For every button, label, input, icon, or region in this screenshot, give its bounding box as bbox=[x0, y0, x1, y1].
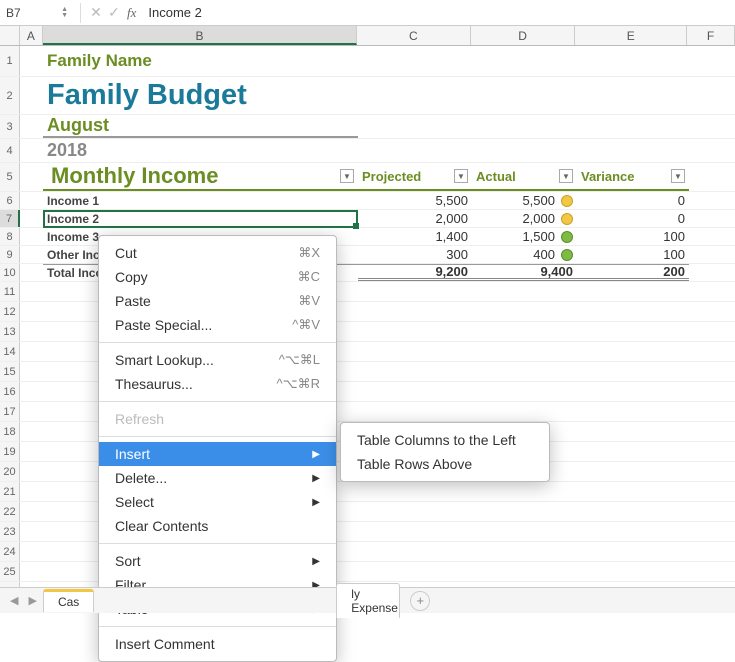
stepper-icon[interactable]: ▲▼ bbox=[61, 7, 68, 19]
row-header[interactable]: 13 bbox=[0, 322, 20, 341]
menu-separator bbox=[99, 626, 336, 627]
row-header[interactable]: 6 bbox=[0, 192, 20, 209]
table-row[interactable]: Income 2 bbox=[43, 210, 358, 227]
menu-separator bbox=[99, 342, 336, 343]
col-variance[interactable]: Variance▼ bbox=[577, 163, 689, 191]
col-header-a[interactable]: A bbox=[20, 26, 43, 45]
family-name-cell[interactable]: Family Name bbox=[43, 46, 358, 76]
formula-value[interactable]: Income 2 bbox=[140, 5, 201, 20]
row-header[interactable]: 22 bbox=[0, 502, 20, 521]
row-header[interactable]: 21 bbox=[0, 482, 20, 501]
accept-icon[interactable]: ✓ bbox=[105, 4, 123, 21]
row-header[interactable]: 20 bbox=[0, 462, 20, 481]
row-header[interactable]: 16 bbox=[0, 382, 20, 401]
cell-reference: B7 bbox=[6, 6, 21, 20]
col-header-c[interactable]: C bbox=[357, 26, 471, 45]
col-header-b[interactable]: B bbox=[43, 26, 357, 45]
cancel-icon[interactable]: ✕ bbox=[87, 4, 105, 21]
filter-dropdown-icon[interactable]: ▼ bbox=[671, 169, 685, 183]
row-header[interactable]: 10 bbox=[0, 264, 20, 281]
chevron-right-icon: ▶ bbox=[312, 473, 320, 484]
submenu-cols-left[interactable]: Table Columns to the Left bbox=[341, 428, 549, 452]
menu-separator bbox=[99, 401, 336, 402]
menu-smart-lookup[interactable]: Smart Lookup...^⌥⌘L bbox=[99, 348, 336, 372]
status-dot-icon bbox=[561, 249, 573, 261]
menu-paste[interactable]: Paste⌘V bbox=[99, 289, 336, 313]
status-dot-icon bbox=[561, 213, 573, 225]
menu-insert[interactable]: Insert▶ bbox=[99, 442, 336, 466]
row-header[interactable]: 12 bbox=[0, 302, 20, 321]
menu-copy[interactable]: Copy⌘C bbox=[99, 265, 336, 289]
row-header[interactable]: 1 bbox=[0, 46, 20, 76]
col-actual[interactable]: Actual▼ bbox=[472, 163, 577, 191]
insert-submenu: Table Columns to the Left Table Rows Abo… bbox=[340, 422, 550, 482]
row-header[interactable]: 2 bbox=[0, 77, 20, 114]
select-all-corner[interactable] bbox=[0, 26, 20, 45]
year-cell[interactable]: 2018 bbox=[43, 139, 358, 162]
menu-insert-comment[interactable]: Insert Comment bbox=[99, 632, 336, 656]
row-header[interactable]: 4 bbox=[0, 139, 20, 162]
month-cell[interactable]: August bbox=[43, 115, 358, 138]
chevron-right-icon: ▶ bbox=[312, 556, 320, 567]
row-header[interactable]: 9 bbox=[0, 246, 20, 263]
row-header[interactable]: 11 bbox=[0, 282, 20, 301]
menu-separator bbox=[99, 543, 336, 544]
menu-paste-special[interactable]: Paste Special...^⌘V bbox=[99, 313, 336, 337]
menu-delete[interactable]: Delete...▶ bbox=[99, 466, 336, 490]
menu-cut[interactable]: Cut⌘X bbox=[99, 241, 336, 265]
col-header-e[interactable]: E bbox=[575, 26, 687, 45]
name-box[interactable]: B7 ▲▼ bbox=[0, 6, 74, 20]
row-header[interactable]: 5 bbox=[0, 163, 20, 191]
status-dot-icon bbox=[561, 231, 573, 243]
formula-bar: B7 ▲▼ ✕ ✓ fx Income 2 bbox=[0, 0, 735, 26]
add-sheet-button[interactable]: + bbox=[410, 591, 430, 611]
row-header[interactable]: 24 bbox=[0, 542, 20, 561]
chevron-right-icon: ▶ bbox=[312, 449, 320, 460]
menu-separator bbox=[99, 436, 336, 437]
submenu-rows-above[interactable]: Table Rows Above bbox=[341, 452, 549, 476]
row-header[interactable]: 14 bbox=[0, 342, 20, 361]
title-cell[interactable]: Family Budget bbox=[43, 77, 358, 114]
col-header-d[interactable]: D bbox=[471, 26, 576, 45]
tab-prev-icon[interactable]: ◀ bbox=[6, 594, 22, 607]
menu-sort[interactable]: Sort▶ bbox=[99, 549, 336, 573]
tab-next-icon[interactable]: ▶ bbox=[24, 594, 40, 607]
row-header[interactable]: 17 bbox=[0, 402, 20, 421]
filter-dropdown-icon[interactable]: ▼ bbox=[454, 169, 468, 183]
row-header[interactable]: 19 bbox=[0, 442, 20, 461]
menu-refresh: Refresh bbox=[99, 407, 336, 431]
sheet-tabs: ◀ ▶ Cas ly Expense + bbox=[0, 587, 735, 613]
row-header[interactable]: 8 bbox=[0, 228, 20, 245]
row-header[interactable]: 23 bbox=[0, 522, 20, 541]
fx-icon[interactable]: fx bbox=[127, 5, 136, 21]
section-header[interactable]: Monthly Income▼ bbox=[43, 163, 358, 191]
table-row[interactable]: Income 1 bbox=[43, 192, 358, 209]
row-header[interactable]: 25 bbox=[0, 562, 20, 581]
sheet-tab[interactable]: Cas bbox=[43, 589, 94, 612]
row-header[interactable]: 18 bbox=[0, 422, 20, 441]
menu-clear[interactable]: Clear Contents bbox=[99, 514, 336, 538]
row-header[interactable]: 7 bbox=[0, 210, 20, 227]
row-header[interactable]: 15 bbox=[0, 362, 20, 381]
row-header[interactable]: 3 bbox=[0, 115, 20, 138]
filter-dropdown-icon[interactable]: ▼ bbox=[340, 169, 354, 183]
col-header-f[interactable]: F bbox=[687, 26, 735, 45]
chevron-right-icon: ▶ bbox=[312, 497, 320, 508]
divider bbox=[80, 3, 81, 23]
column-headers: A B C D E F bbox=[0, 26, 735, 46]
menu-thesaurus[interactable]: Thesaurus...^⌥⌘R bbox=[99, 372, 336, 396]
menu-select[interactable]: Select▶ bbox=[99, 490, 336, 514]
status-dot-icon bbox=[561, 195, 573, 207]
filter-dropdown-icon[interactable]: ▼ bbox=[559, 169, 573, 183]
col-projected[interactable]: Projected▼ bbox=[358, 163, 472, 191]
